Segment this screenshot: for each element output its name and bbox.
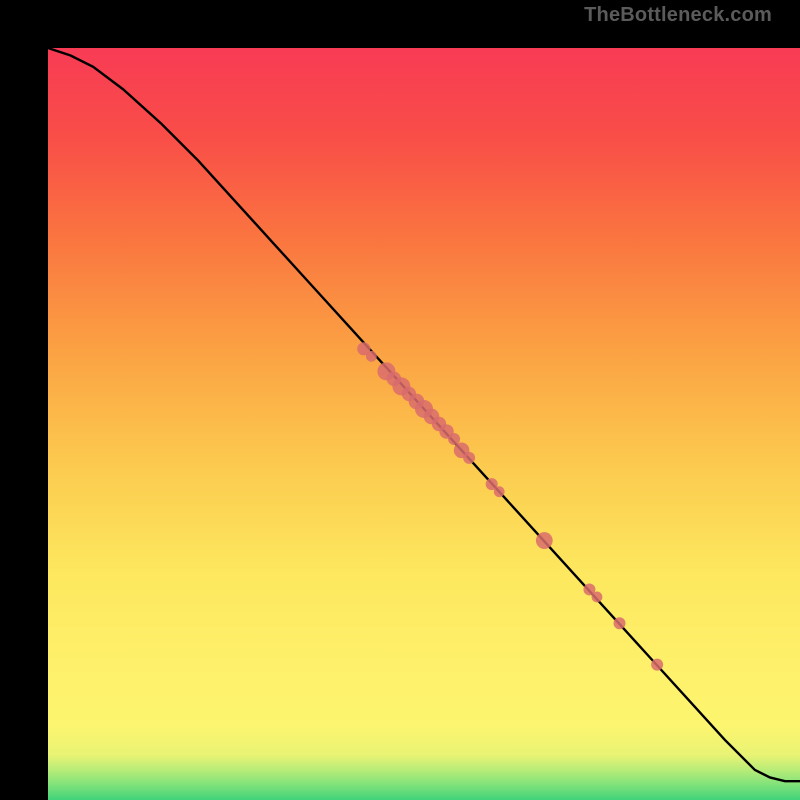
data-point: [614, 617, 626, 629]
data-point: [494, 486, 505, 497]
gradient-background: [48, 48, 800, 800]
chart-frame: [24, 24, 776, 776]
watermark-text: TheBottleneck.com: [584, 4, 772, 27]
chart-plot: [48, 48, 800, 800]
data-point: [592, 592, 603, 603]
data-point: [651, 659, 663, 671]
data-point: [463, 452, 475, 464]
data-point: [366, 351, 377, 362]
data-point: [448, 433, 460, 445]
data-point: [536, 532, 553, 549]
